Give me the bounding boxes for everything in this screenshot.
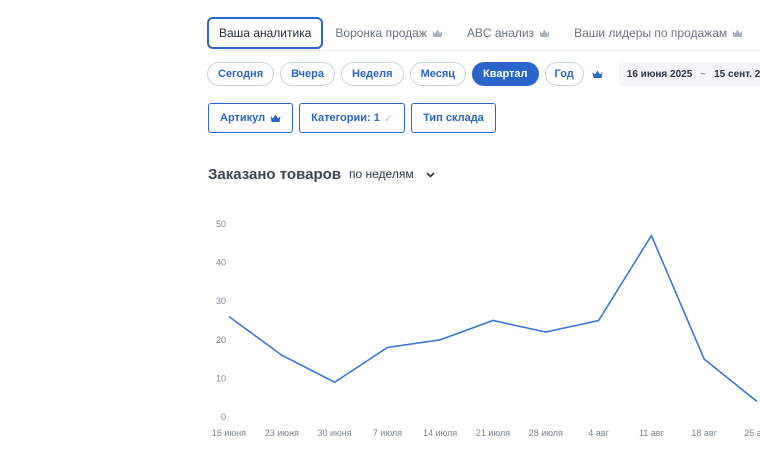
x-tick-label: 25 авг <box>744 428 760 438</box>
x-tick-label: 23 июня <box>265 428 299 438</box>
x-tick-label: 7 июля <box>373 428 402 438</box>
x-tick-label: 16 июня <box>212 428 246 438</box>
y-tick-label: 30 <box>216 296 226 306</box>
x-tick-label: 30 июня <box>318 428 352 438</box>
x-tick-label: 18 авг <box>691 428 717 438</box>
y-tick-label: 10 <box>216 373 226 383</box>
orders-line-chart: 0 10 20 30 40 50 16 июня 23 июня 30 июня 7 июля 14… <box>212 219 760 438</box>
y-tick-label: 40 <box>216 258 226 268</box>
y-tick-label: 50 <box>216 219 226 229</box>
x-tick-label: 14 июля <box>423 428 457 438</box>
x-tick-label: 28 июля <box>529 428 563 438</box>
y-tick-label: 0 <box>221 412 226 422</box>
series-line <box>228 233 758 403</box>
x-tick-label: 4 авг <box>588 428 609 438</box>
x-tick-label: 11 авг <box>639 428 665 438</box>
y-tick-label: 20 <box>216 335 226 345</box>
x-tick-label: 21 июля <box>476 428 510 438</box>
